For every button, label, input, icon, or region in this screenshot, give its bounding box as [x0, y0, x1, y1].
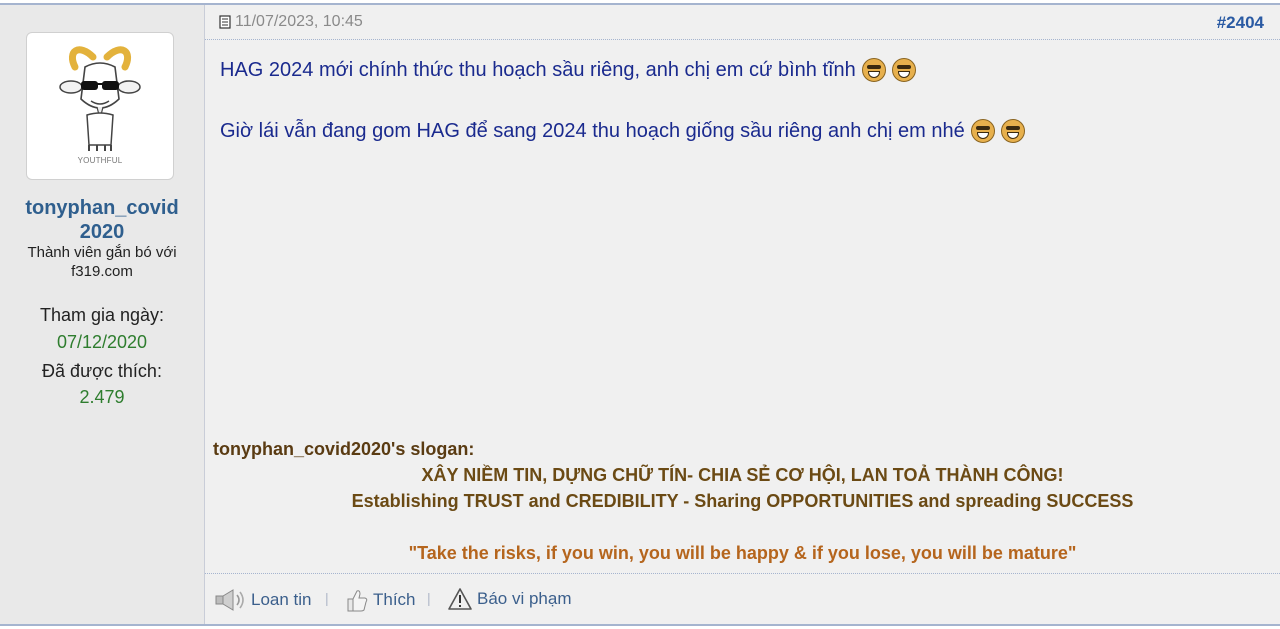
post-message-line: Giờ lái vẫn đang gom HAG để sang 2024 th…: [220, 119, 1025, 143]
bottom-border: [0, 624, 1280, 626]
report-button[interactable]: Báo vi phạm: [447, 587, 572, 611]
join-date-label: Tham gia ngày:: [39, 305, 165, 325]
signature-label: tonyphan_covid2020's slogan:: [213, 439, 475, 459]
post-message-text: Giờ lái vẫn đang gom HAG để sang 2024 th…: [220, 119, 965, 142]
post-permalink-number[interactable]: #2404: [1217, 13, 1264, 33]
avatar[interactable]: YOUTHFUL: [26, 32, 174, 180]
share-button[interactable]: Loan tin: [213, 587, 312, 613]
username-line2: 2020: [79, 221, 125, 243]
avatar-caption: YOUTHFUL: [77, 156, 123, 165]
post-content-area: 11/07/2023, 10:45 #2404 HAG 2024 mới chí…: [205, 5, 1280, 624]
thumbs-up-icon: [347, 590, 368, 612]
signature-line-2: Establishing TRUST and CREDIBILITY - Sha…: [351, 491, 1134, 511]
post-date: 11/07/2023, 10:45: [219, 13, 363, 31]
post-message-text: HAG 2024 mới chính thức thu hoạch sầu ri…: [220, 58, 856, 81]
likes-count: 2.479: [79, 387, 125, 407]
post-message-line: HAG 2024 mới chính thức thu hoạch sầu ri…: [220, 58, 916, 82]
username-line1: tonyphan_covid: [25, 197, 179, 219]
signature-quote: "Take the risks, if you win, you will be…: [408, 543, 1077, 563]
laughing-emoji-icon: [970, 119, 995, 143]
likes-label: Đã được thích:: [42, 361, 162, 381]
user-title: Thành viên gắn bó với f319.com: [27, 244, 177, 280]
post-datetime: 11/07/2023, 10:45: [235, 13, 363, 30]
laughing-emoji-icon: [891, 58, 916, 82]
signature-line-1: XÂY NIỀM TIN, DỰNG CHỮ TÍN- CHIA SẺ CƠ H…: [421, 465, 1064, 485]
report-label: Báo vi phạm: [477, 589, 572, 608]
join-date-value: 07/12/2020: [56, 332, 148, 352]
share-label: Loan tin: [251, 590, 312, 609]
separator: |: [325, 590, 329, 606]
separator: |: [427, 590, 431, 606]
post-header: 11/07/2023, 10:45 #2404: [205, 5, 1280, 40]
user-sidebar: YOUTHFUL tonyphan_covid 2020 Thành viên …: [0, 5, 205, 624]
laughing-emoji-icon: [1000, 119, 1025, 143]
goat-avatar-icon: [59, 46, 141, 151]
document-icon: [219, 15, 231, 29]
speaker-icon: [215, 589, 244, 611]
warning-icon: [448, 588, 472, 610]
like-button[interactable]: Thích: [345, 587, 416, 613]
laughing-emoji-icon: [861, 58, 886, 82]
like-label: Thích: [373, 590, 416, 609]
username-link[interactable]: tonyphan_covid 2020: [0, 196, 204, 244]
post-actions-bar: Loan tin | Thích | Báo vi phạm: [205, 573, 1280, 625]
